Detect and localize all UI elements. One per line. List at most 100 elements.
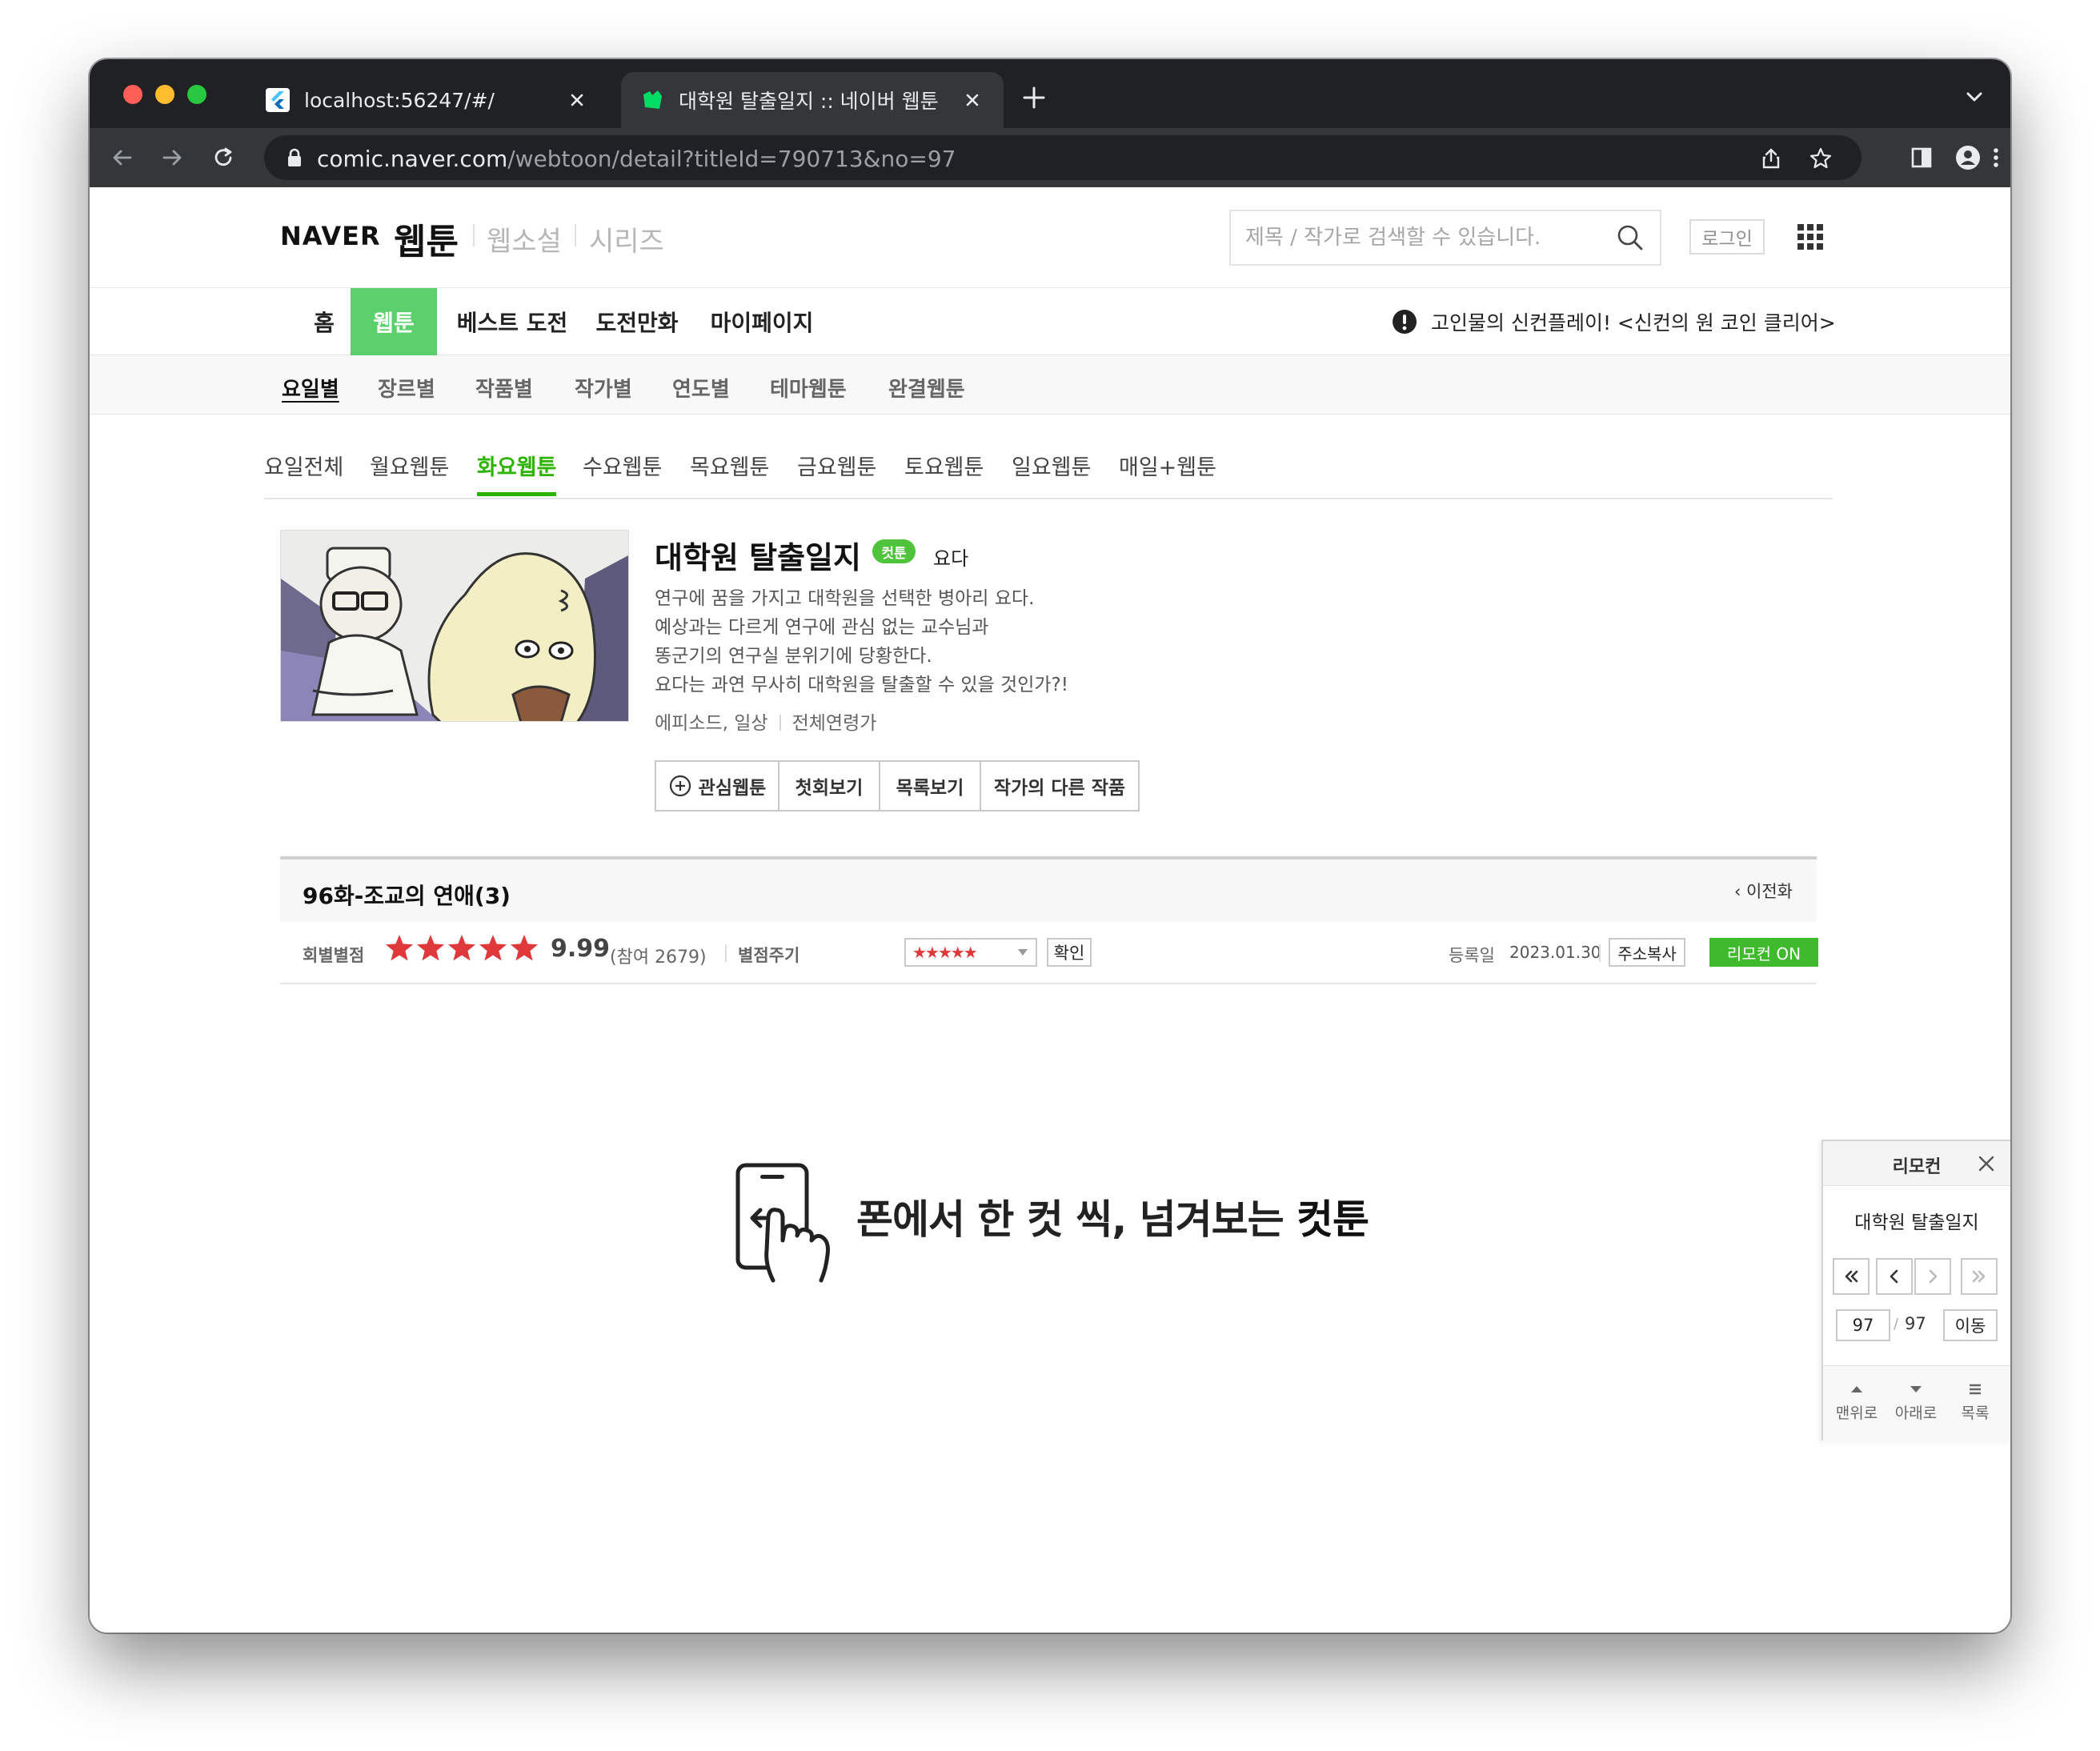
promo-text-main: 폰에서 한 컷 씩, 넘겨보는 bbox=[856, 1196, 1297, 1243]
double-chevron-left-icon bbox=[1845, 1270, 1858, 1283]
remote-control-panel: 리모컨 대학원 탈출일지 / 97 이동 bbox=[1821, 1140, 2010, 1442]
bookmark-star-icon[interactable] bbox=[1809, 146, 1833, 170]
subnav-theme[interactable]: 테마웹툰 bbox=[770, 373, 847, 403]
tab-all-days[interactable]: 요일전체 bbox=[264, 450, 343, 492]
tab-saturday[interactable]: 토요웹툰 bbox=[904, 450, 984, 492]
copy-url-button[interactable]: 주소복사 bbox=[1609, 938, 1685, 967]
rating-select[interactable]: ★★★★★ bbox=[904, 938, 1037, 967]
divider bbox=[1599, 944, 1601, 962]
share-icon[interactable] bbox=[1759, 146, 1783, 170]
browser-tab-webtoon[interactable]: 대학원 탈출일지 :: 네이버 웹툰 bbox=[621, 72, 1004, 128]
prev-episode-link[interactable]: ‹ 이전화 bbox=[1734, 879, 1793, 903]
service-link-series[interactable]: 시리즈 bbox=[589, 219, 664, 258]
minimize-window-button[interactable] bbox=[155, 85, 174, 104]
remote-on-button[interactable]: 리모컨 ON bbox=[1709, 938, 1818, 967]
comic-author[interactable]: 요다 bbox=[933, 543, 968, 571]
search-input[interactable] bbox=[1245, 221, 1597, 254]
chevron-right-icon bbox=[1929, 1269, 1938, 1284]
list-label: 목록 bbox=[1961, 1404, 1990, 1422]
last-page-button[interactable] bbox=[1961, 1258, 1998, 1295]
next-page-button[interactable] bbox=[1914, 1258, 1951, 1295]
search-icon[interactable] bbox=[1615, 222, 1645, 253]
nav-mypage[interactable]: 마이페이지 bbox=[698, 288, 826, 355]
genre-text: 에피소드, 일상 bbox=[655, 713, 768, 734]
prev-page-button[interactable] bbox=[1876, 1258, 1913, 1295]
favorite-button[interactable]: 관심웹툰 bbox=[656, 762, 779, 810]
scroll-down-button[interactable]: 아래로 bbox=[1887, 1374, 1945, 1423]
nav-challenge[interactable]: 도전만화 bbox=[584, 288, 690, 355]
close-icon[interactable] bbox=[1977, 1154, 1996, 1173]
tab-friday[interactable]: 금요웹툰 bbox=[797, 450, 876, 492]
tab-daily-plus[interactable]: 매일+웹툰 bbox=[1119, 450, 1216, 492]
flutter-icon bbox=[266, 88, 290, 112]
list-button[interactable]: 목록 bbox=[1946, 1374, 2004, 1423]
go-button[interactable]: 이동 bbox=[1943, 1309, 1998, 1341]
comic-action-buttons: 관심웹툰 첫회보기 목록보기 작가의 다른 작품 bbox=[655, 760, 1140, 811]
nav-best-challenge[interactable]: 베스트 도전 bbox=[448, 288, 576, 355]
close-tab-icon[interactable] bbox=[565, 88, 589, 112]
other-works-button[interactable]: 작가의 다른 작품 bbox=[981, 762, 1138, 810]
tab-thursday[interactable]: 목요웹툰 bbox=[690, 450, 769, 492]
triangle-down-icon bbox=[1910, 1386, 1922, 1392]
alert-icon bbox=[1393, 310, 1417, 334]
close-window-button[interactable] bbox=[123, 85, 142, 104]
tab-monday[interactable]: 월요웹툰 bbox=[370, 450, 449, 492]
caret-down-icon bbox=[1018, 949, 1028, 956]
tab-wednesday[interactable]: 수요웹툰 bbox=[583, 450, 662, 492]
rating-label: 회별별점 bbox=[303, 946, 365, 965]
login-button[interactable]: 로그인 bbox=[1689, 219, 1765, 254]
register-date: 2023.01.30 bbox=[1509, 943, 1601, 962]
subnav-by-author[interactable]: 작가별 bbox=[575, 373, 632, 403]
new-tab-icon[interactable] bbox=[1020, 83, 1048, 112]
remote-footer: 맨위로 아래로 목록 bbox=[1823, 1365, 2010, 1442]
episode-header: 96화-조교의 연애(3) ‹ 이전화 bbox=[280, 856, 1817, 922]
star-icon bbox=[479, 935, 507, 961]
episode-meta: 회별별점 9.99 (참여 2679) 별점주기 ★★★★★ 확인 등록일 20… bbox=[280, 922, 1818, 984]
apps-grid-icon[interactable] bbox=[1796, 222, 1825, 251]
rating-confirm-button[interactable]: 확인 bbox=[1047, 938, 1092, 967]
page-number-input[interactable] bbox=[1836, 1309, 1890, 1341]
episode-list-button[interactable]: 목록보기 bbox=[880, 762, 981, 810]
subnav-completed[interactable]: 완결웹툰 bbox=[888, 373, 965, 403]
star-icon bbox=[386, 935, 413, 961]
maximize-window-button[interactable] bbox=[187, 85, 206, 104]
search-box bbox=[1229, 210, 1661, 266]
side-panel-icon[interactable] bbox=[1908, 144, 1935, 171]
subnav-by-day[interactable]: 요일별 bbox=[282, 373, 339, 403]
reload-icon[interactable] bbox=[210, 144, 237, 171]
subnav-by-title[interactable]: 작품별 bbox=[475, 373, 533, 403]
scroll-top-button[interactable]: 맨위로 bbox=[1828, 1374, 1886, 1423]
naver-logo[interactable]: NAVER bbox=[280, 221, 381, 251]
url-path: /webtoon/detail?titleId=790713&no=97 bbox=[507, 146, 956, 172]
browser-tab-localhost[interactable]: localhost:56247/#/ bbox=[246, 72, 608, 128]
subnav-by-genre[interactable]: 장르별 bbox=[378, 373, 435, 403]
rating-stars bbox=[384, 933, 540, 968]
first-episode-button[interactable]: 첫회보기 bbox=[779, 762, 880, 810]
lock-icon bbox=[288, 148, 301, 166]
register-date-label: 등록일 bbox=[1449, 946, 1495, 965]
webtoon-logo[interactable]: 웹툰 bbox=[394, 213, 459, 264]
tab-sunday[interactable]: 일요웹툰 bbox=[1012, 450, 1091, 492]
prev-episode-label: 이전화 bbox=[1746, 882, 1793, 901]
main-nav: 홈 웹툰 베스트 도전 도전만화 마이페이지 고인물의 신컨플레이! <신컨의 … bbox=[90, 288, 2010, 355]
chevron-down-icon[interactable] bbox=[1962, 86, 1986, 107]
notice-link[interactable]: 고인물의 신컨플레이! <신컨의 원 코인 클리어> bbox=[1391, 288, 1836, 355]
tab-title: 대학원 탈출일지 :: 네이버 웹툰 bbox=[679, 90, 939, 113]
subnav-by-year[interactable]: 연도별 bbox=[672, 373, 730, 403]
nav-home[interactable]: 홈 bbox=[290, 288, 359, 355]
tab-tuesday[interactable]: 화요웹툰 bbox=[477, 450, 557, 496]
forward-arrow-icon[interactable] bbox=[158, 144, 186, 171]
plus-circle-icon bbox=[669, 775, 691, 797]
profile-avatar-icon[interactable] bbox=[1954, 144, 1982, 171]
close-tab-icon[interactable] bbox=[960, 88, 984, 112]
more-menu-icon[interactable] bbox=[1988, 144, 2004, 171]
promo-text-accent: 컷툰 bbox=[1296, 1196, 1369, 1243]
nav-webtoon[interactable]: 웹툰 bbox=[351, 288, 437, 355]
tab-bar: localhost:56247/#/ 대학원 탈출일지 :: 네이버 웹툰 bbox=[90, 59, 2010, 128]
back-arrow-icon[interactable] bbox=[109, 144, 136, 171]
address-bar[interactable]: comic.naver.com/webtoon/detail?titleId=7… bbox=[264, 135, 1862, 180]
comic-thumbnail[interactable] bbox=[280, 530, 629, 722]
url-text: comic.naver.com/webtoon/detail?titleId=7… bbox=[317, 146, 956, 172]
first-page-button[interactable] bbox=[1833, 1258, 1870, 1295]
service-link-webnovel[interactable]: 웹소설 bbox=[487, 219, 562, 258]
